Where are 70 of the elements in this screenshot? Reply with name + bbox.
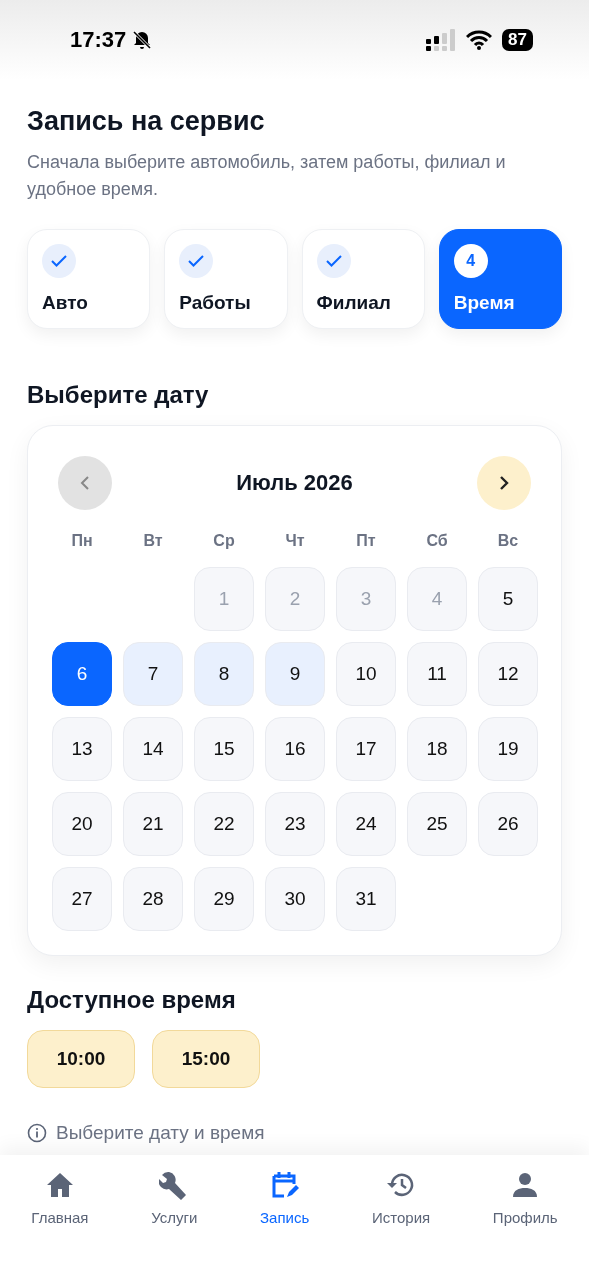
day-cell[interactable]: 30 <box>265 867 325 931</box>
day-cell[interactable]: 26 <box>478 792 538 856</box>
weekday-label: Пн <box>70 532 94 550</box>
day-cell[interactable]: 5 <box>478 567 538 631</box>
weekday-label: Сб <box>425 532 449 550</box>
time-slot[interactable]: 15:00 <box>152 1030 260 1088</box>
person-icon <box>512 1172 539 1198</box>
weekday-label: Ср <box>212 532 236 550</box>
day-cell[interactable]: 29 <box>194 867 254 931</box>
step-card[interactable]: Филиал <box>301 229 425 329</box>
step-card[interactable]: Работы <box>164 229 288 329</box>
step-label: Работы <box>179 292 252 314</box>
check-icon <box>188 255 205 267</box>
day-cell[interactable]: 8 <box>194 642 254 706</box>
status-time: 17:37 <box>70 27 127 53</box>
day-cell[interactable]: 10 <box>336 642 396 706</box>
step-card[interactable]: 4 Время <box>438 229 562 329</box>
step-card[interactable]: Авто <box>27 229 151 329</box>
info-icon <box>27 1123 47 1143</box>
nav-item[interactable]: Профиль <box>486 1165 564 1230</box>
chevron-left-icon <box>80 475 90 491</box>
day-cell[interactable]: 16 <box>265 717 325 781</box>
day-cell[interactable]: 27 <box>52 867 112 931</box>
step-label: Время <box>453 292 516 314</box>
signal-icon <box>426 29 457 51</box>
day-cell[interactable]: 22 <box>194 792 254 856</box>
nav-item[interactable]: Услуги <box>145 1165 204 1230</box>
day-cell[interactable]: 14 <box>123 717 183 781</box>
day-cell[interactable]: 12 <box>478 642 538 706</box>
month-title: Июль 2026 <box>236 470 353 496</box>
weekday-label: Пт <box>355 532 377 550</box>
section-title: Выберите дату <box>27 381 210 409</box>
day-cell[interactable]: 21 <box>123 792 183 856</box>
day-cell[interactable]: 23 <box>265 792 325 856</box>
day-cell[interactable]: 31 <box>336 867 396 931</box>
nav-item[interactable]: Главная <box>25 1165 95 1230</box>
time-slot[interactable]: 10:00 <box>27 1030 135 1088</box>
next-month-button[interactable] <box>477 456 531 510</box>
section-title: Доступное время <box>27 986 237 1014</box>
day-cell[interactable]: 18 <box>407 717 467 781</box>
wifi-icon <box>466 30 493 50</box>
day-cell[interactable]: 11 <box>407 642 467 706</box>
bell-off-icon <box>132 30 153 50</box>
page-subtitle: Сначала выберите автомобиль, затем работы, филиал и удобное время. <box>27 151 507 201</box>
day-cell[interactable]: 25 <box>407 792 467 856</box>
step-label: Авто <box>42 292 89 314</box>
nav-item[interactable]: Запись <box>254 1165 316 1230</box>
weekday-label: Чт <box>284 532 306 550</box>
day-cell[interactable]: 17 <box>336 717 396 781</box>
step-label: Филиал <box>316 292 392 314</box>
day-cell[interactable]: 19 <box>478 717 538 781</box>
day-cell[interactable]: 9 <box>265 642 325 706</box>
weekday-label: Вт <box>142 532 164 550</box>
weekday-label: Вс <box>496 532 520 550</box>
day-cell[interactable]: 20 <box>52 792 112 856</box>
check-icon <box>325 255 342 267</box>
day-cell[interactable]: 7 <box>123 642 183 706</box>
nav-item[interactable]: История <box>365 1165 437 1230</box>
chevron-right-icon <box>499 475 509 491</box>
home-icon <box>45 1172 74 1198</box>
step-number: 4 <box>453 244 488 278</box>
page-title: Запись на сервис <box>27 106 266 137</box>
hint-text: Выберите дату и время <box>56 1122 265 1144</box>
day-cell[interactable]: 24 <box>336 792 396 856</box>
battery-indicator: 87 <box>502 29 533 51</box>
day-cell[interactable]: 15 <box>194 717 254 781</box>
day-cell[interactable]: 6 <box>52 642 112 706</box>
day-cell[interactable]: 13 <box>52 717 112 781</box>
day-cell[interactable]: 28 <box>123 867 183 931</box>
check-icon <box>51 255 67 267</box>
